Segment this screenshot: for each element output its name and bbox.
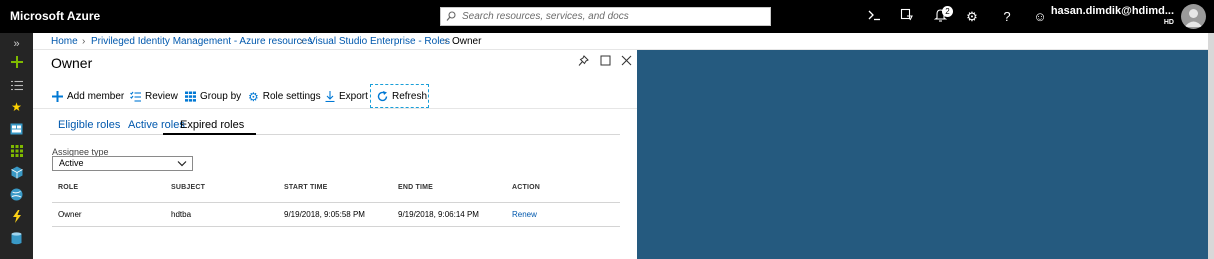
tab-expired-roles[interactable]: Expired roles <box>180 119 244 131</box>
search-placeholder: Search resources, services, and docs <box>462 11 629 22</box>
group-by-icon <box>185 91 196 102</box>
grid-icon[interactable] <box>8 142 25 159</box>
journey-background <box>637 50 1208 259</box>
user-name[interactable]: hasan.dimdik@hdimd... <box>1051 5 1174 17</box>
column-header-end-time[interactable]: END TIME <box>398 184 433 191</box>
review-label: Review <box>145 91 178 102</box>
smiley-icon[interactable]: ☺ <box>1031 8 1049 26</box>
renew-link[interactable]: Renew <box>512 210 537 219</box>
assignee-type-select[interactable]: Active <box>52 156 193 171</box>
breadcrumb-separator: › <box>300 36 304 47</box>
cell-subject: hdtba <box>171 210 192 219</box>
gear-icon: ⚙ <box>248 89 259 104</box>
download-icon <box>325 91 335 102</box>
role-tabs: Eligible roles Active roles Expired role… <box>50 117 620 135</box>
notification-badge: 2 <box>942 6 953 17</box>
cloud-shell-icon[interactable] <box>865 8 883 26</box>
group-by-button[interactable]: Group by <box>185 90 241 103</box>
avatar[interactable] <box>1181 4 1206 29</box>
maximize-icon[interactable] <box>600 55 611 69</box>
command-bar: Add member Review Group by ⚙ Role settin… <box>33 81 637 109</box>
gear-icon[interactable]: ⚙ <box>963 8 981 26</box>
list-icon[interactable] <box>8 77 25 94</box>
chevron-down-icon <box>177 161 187 167</box>
breadcrumb-pim[interactable]: Privileged Identity Management - Azure r… <box>91 36 312 47</box>
page-title: Owner <box>51 55 93 71</box>
column-header-start-time[interactable]: START TIME <box>284 184 327 191</box>
assignee-type-value: Active <box>59 158 84 168</box>
star-icon[interactable]: ★ <box>8 98 25 115</box>
search-box[interactable]: Search resources, services, and docs <box>440 7 771 26</box>
search-icon <box>446 11 456 21</box>
sql-icon[interactable] <box>8 230 25 247</box>
expand-icon[interactable]: » <box>8 35 25 52</box>
owner-blade: Owner Add member Review Group by ⚙ Role … <box>33 50 637 259</box>
breadcrumb-current: Owner <box>452 36 482 47</box>
column-header-subject[interactable]: SUBJECT <box>171 184 205 191</box>
user-org: HD <box>1163 19 1174 26</box>
directory-filter-icon[interactable] <box>897 8 915 26</box>
breadcrumb-roles[interactable]: Visual Studio Enterprise - Roles <box>309 36 450 47</box>
help-icon[interactable]: ? <box>998 8 1016 26</box>
tab-eligible-roles[interactable]: Eligible roles <box>58 119 120 131</box>
breadcrumb-home[interactable]: Home <box>51 36 78 47</box>
column-header-action[interactable]: ACTION <box>512 184 540 191</box>
left-nav: » ★ <box>0 33 33 259</box>
scrollbar-track[interactable] <box>1208 33 1214 259</box>
portal-brand[interactable]: Microsoft Azure <box>10 9 100 23</box>
table-divider <box>52 202 620 203</box>
cell-role: Owner <box>58 210 82 219</box>
role-settings-label: Role settings <box>262 91 321 102</box>
refresh-button[interactable]: Refresh <box>370 84 429 108</box>
top-bar: Microsoft Azure Search resources, servic… <box>0 0 1214 33</box>
globe-icon[interactable] <box>8 186 25 203</box>
plus-icon <box>52 91 63 102</box>
active-tab-indicator <box>163 133 256 135</box>
review-button[interactable]: Review <box>130 90 178 103</box>
refresh-icon <box>377 90 388 101</box>
table-divider <box>52 226 620 227</box>
cube-icon[interactable] <box>8 164 25 181</box>
lightning-icon[interactable] <box>8 208 25 225</box>
breadcrumb-separator: › <box>444 36 448 47</box>
column-header-role[interactable]: ROLE <box>58 184 78 191</box>
tab-active-roles[interactable]: Active roles <box>128 119 185 131</box>
dashboard-icon[interactable] <box>8 120 25 137</box>
add-member-label: Add member <box>67 91 125 102</box>
cell-end-time: 9/19/2018, 9:06:14 PM <box>398 210 479 219</box>
breadcrumb-separator: › <box>82 36 86 47</box>
pin-icon[interactable] <box>578 55 589 70</box>
export-label: Export <box>339 91 368 102</box>
review-icon <box>130 91 141 102</box>
breadcrumb: Home › Privileged Identity Management - … <box>33 33 1214 50</box>
export-button[interactable]: Export <box>325 90 368 103</box>
refresh-label: Refresh <box>392 90 428 102</box>
role-settings-button[interactable]: ⚙ Role settings <box>248 89 321 104</box>
cell-start-time: 9/19/2018, 9:05:58 PM <box>284 210 365 219</box>
plus-icon[interactable] <box>8 53 25 70</box>
group-by-label: Group by <box>200 91 242 102</box>
close-icon[interactable] <box>621 55 632 69</box>
add-member-button[interactable]: Add member <box>52 90 124 103</box>
